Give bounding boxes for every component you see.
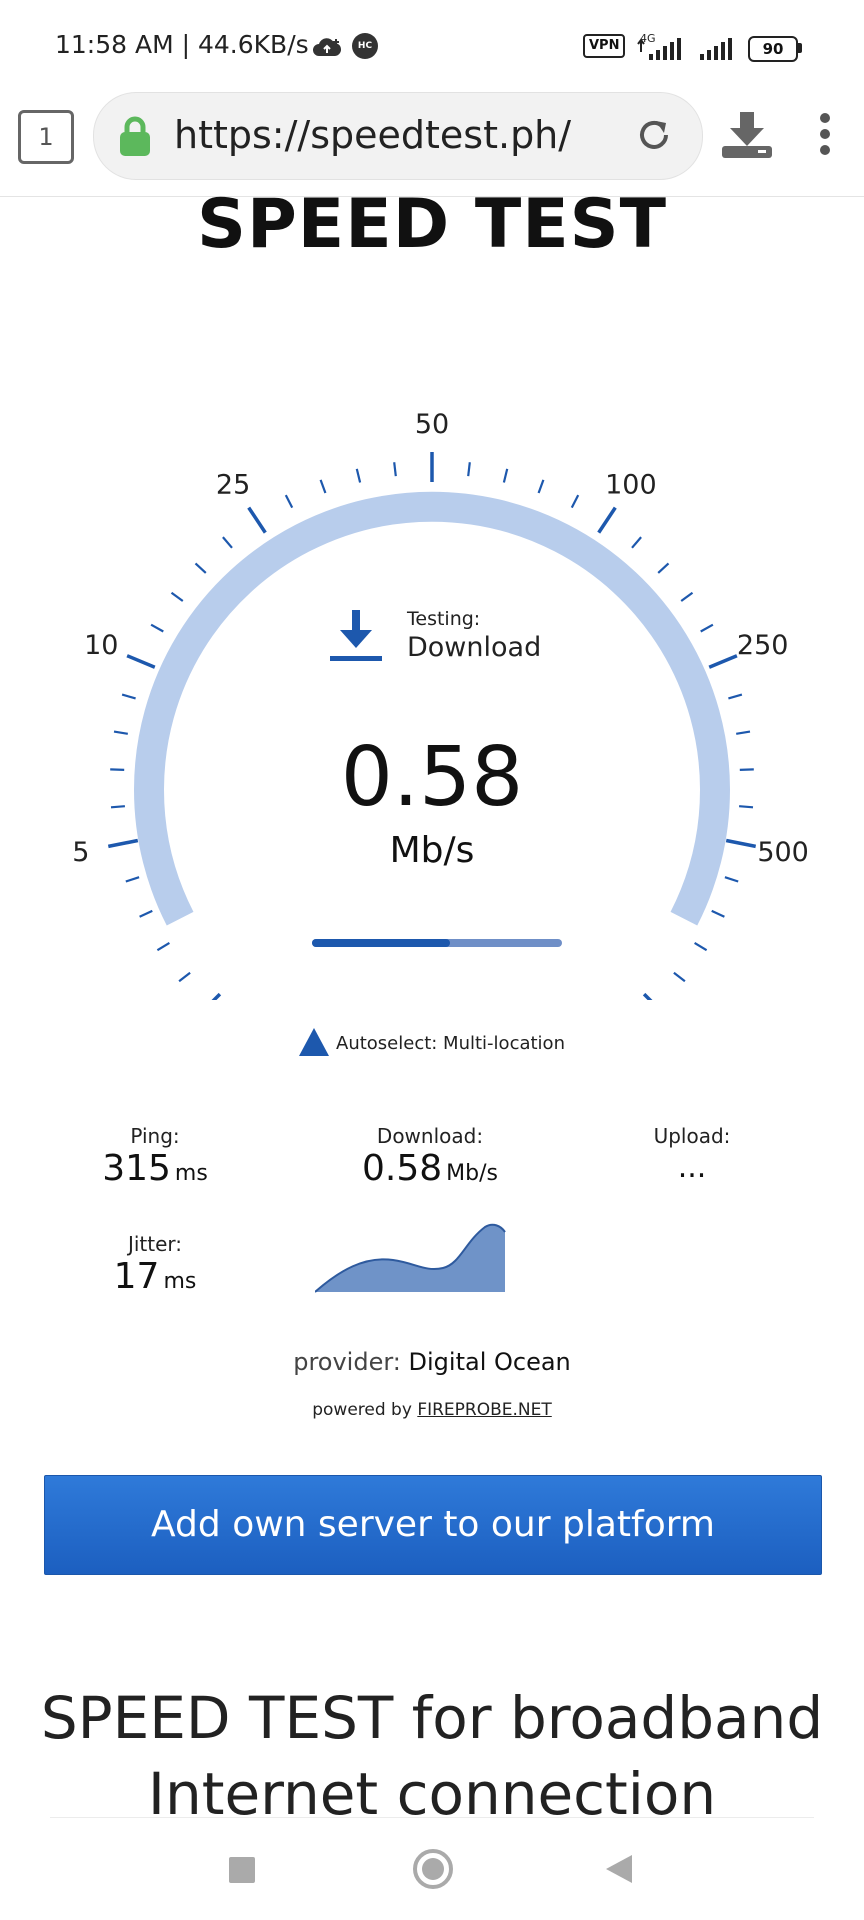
gauge-minor-tick: [355, 468, 362, 483]
upload-value: ...: [677, 1150, 707, 1185]
gauge-minor-tick: [631, 536, 642, 549]
vpn-badge: VPN: [583, 34, 626, 58]
recents-button[interactable]: [229, 1857, 255, 1883]
provider-name: Digital Ocean: [408, 1348, 571, 1376]
gauge-major-tick: [642, 992, 653, 1000]
ping-number: 315: [102, 1148, 171, 1189]
gauge-minor-tick: [156, 941, 170, 952]
gauge-minor-tick: [170, 591, 184, 602]
signal-icon-2: [700, 38, 732, 60]
reload-icon[interactable]: [634, 115, 674, 155]
download-value: 0.58 Mb/s: [300, 1148, 560, 1189]
gauge-minor-tick: [657, 562, 670, 574]
gauge-minor-tick: [700, 623, 714, 633]
section-heading: SPEED TEST for broadband Internet connec…: [0, 1680, 864, 1832]
powered-prefix: powered by: [312, 1400, 412, 1420]
speed-value: 0.58: [340, 730, 524, 825]
more-vert-icon[interactable]: [818, 112, 832, 156]
download-number: 0.58: [362, 1148, 443, 1189]
ping-label: Ping:: [130, 1124, 180, 1148]
gauge-label: 10: [84, 630, 118, 661]
triangle-icon: [299, 1028, 329, 1056]
speed-unit: Mb/s: [389, 830, 475, 871]
home-button[interactable]: [412, 1848, 454, 1890]
testing-label: Testing:: [407, 608, 481, 630]
gauge-minor-tick: [194, 562, 207, 574]
gauge-minor-tick: [150, 623, 164, 633]
gauge-minor-tick: [537, 479, 545, 494]
download-label: Download:: [376, 1124, 484, 1148]
jitter-label: Jitter:: [127, 1232, 183, 1256]
gauge-minor-tick: [467, 462, 471, 477]
gauge-minor-tick: [393, 462, 397, 477]
add-server-button[interactable]: Add own server to our platform: [44, 1475, 822, 1575]
url-text: https://speedtest.ph/: [174, 113, 572, 157]
signal-icon: [637, 38, 681, 60]
ping-unit: ms: [174, 1161, 208, 1186]
tab-switcher-button[interactable]: 1: [18, 110, 74, 164]
gauge-label: 100: [605, 469, 657, 500]
gauge-ticks: [107, 452, 757, 1000]
gauge-minor-tick: [319, 479, 327, 494]
gauge-minor-tick: [711, 909, 725, 918]
gauge-major-tick: [247, 506, 267, 534]
server-label: Autoselect: Multi-location: [336, 1033, 565, 1054]
jitter-number: 17: [113, 1256, 160, 1297]
gauge-major-tick: [708, 654, 738, 669]
gauge-minor-tick: [222, 536, 233, 549]
lock-icon: [120, 116, 150, 156]
status-time: 11:58 AM | 44.6KB/s: [55, 30, 309, 59]
gauge-major-tick: [597, 506, 617, 534]
cloud-upload-icon: [313, 38, 342, 56]
gauge-minor-tick: [673, 971, 686, 983]
page-title: SPEED TEST: [196, 185, 668, 264]
gauge-minor-tick: [121, 693, 136, 700]
upload-label: Upload:: [653, 1124, 731, 1148]
provider-prefix: provider:: [293, 1348, 401, 1376]
back-button[interactable]: [604, 1853, 634, 1885]
gauge-major-tick: [211, 992, 222, 1000]
gauge-label: 25: [216, 469, 250, 500]
section-heading-line2: Internet connection: [147, 1760, 717, 1828]
jitter-unit: ms: [163, 1269, 197, 1294]
ping-value: 315 ms: [60, 1148, 250, 1189]
gauge-minor-tick: [570, 494, 580, 509]
system-nav-bar: [0, 1830, 864, 1920]
gauge-minor-tick: [284, 494, 294, 509]
gauge-label: 50: [415, 409, 449, 440]
powered-by-line: powered by FIREPROBE.NET: [0, 1400, 864, 1420]
gauge-minor-tick: [178, 971, 191, 983]
gauge-minor-tick: [724, 876, 739, 883]
download-unit: Mb/s: [446, 1161, 498, 1186]
gauge-minor-tick: [125, 876, 140, 883]
gauge-minor-tick: [502, 468, 509, 483]
test-progress-bar: [312, 939, 562, 947]
status-bar: 11:58 AM | 44.6KB/s HC VPN 4G 90: [0, 0, 864, 92]
browser-toolbar: 1 https://speedtest.ph/: [0, 92, 864, 197]
gauge-minor-tick: [728, 693, 743, 700]
hc-badge: HC: [352, 33, 378, 59]
divider: [50, 1817, 814, 1818]
jitter-value: 17 ms: [60, 1256, 250, 1297]
testing-value: Download: [407, 632, 542, 663]
gauge-minor-tick: [680, 591, 694, 602]
battery-tip: [798, 43, 802, 53]
download-arrow-icon: [330, 610, 382, 661]
gauge-minor-tick: [694, 941, 708, 952]
address-bar[interactable]: https://speedtest.ph/: [93, 92, 703, 180]
provider-line: provider: Digital Ocean: [0, 1348, 864, 1376]
gauge-major-tick: [126, 654, 156, 669]
speed-gauge: 051025501002505001000: [72, 409, 809, 1000]
fireprobe-link[interactable]: FIREPROBE.NET: [417, 1400, 551, 1420]
test-progress-fill: [312, 939, 450, 947]
battery-icon: 90: [748, 36, 798, 62]
gauge-minor-tick: [139, 909, 153, 918]
section-heading-line1: SPEED TEST for broadband: [40, 1684, 824, 1752]
download-speed-graph: [315, 1223, 506, 1293]
gauge-label: 250: [737, 630, 789, 661]
download-icon[interactable]: [720, 110, 774, 160]
